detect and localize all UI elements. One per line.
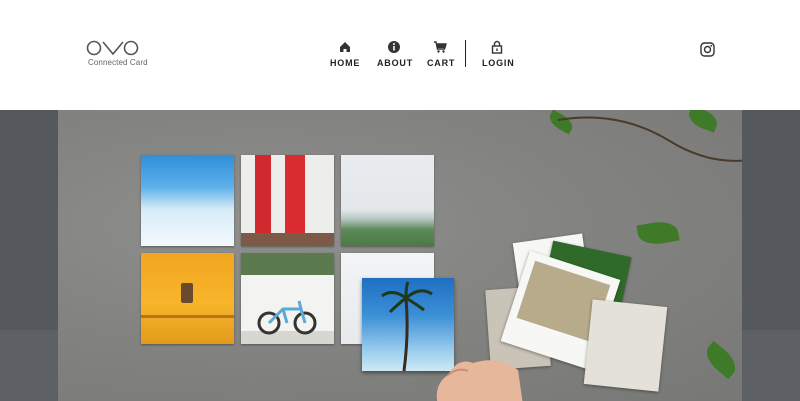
hero-image [58, 110, 742, 401]
lock-icon [491, 40, 503, 54]
nav-cart[interactable]: CART [427, 40, 456, 68]
nav-about-label: ABOUT [377, 58, 413, 68]
leaf [700, 340, 742, 380]
home-icon [340, 42, 350, 52]
hand-graphic [436, 360, 523, 401]
photo-red-doors [241, 155, 334, 246]
info-icon [387, 41, 400, 53]
cart-icon [434, 41, 447, 53]
instagram-icon[interactable] [700, 42, 715, 57]
nav-cart-label: CART [427, 58, 456, 68]
vine-graphic [558, 116, 742, 162]
nav-login-label: LOGIN [482, 58, 515, 68]
nav-divider [465, 40, 466, 67]
nav-home-label: HOME [330, 58, 361, 68]
photo-yellow-wall [141, 253, 234, 344]
photo-coastline [341, 155, 434, 246]
photo-blue-sky [141, 155, 234, 246]
nav-home[interactable]: HOME [330, 40, 360, 68]
nav-login[interactable]: LOGIN [482, 40, 515, 68]
nav-about[interactable]: ABOUT [377, 40, 413, 68]
site-header: Connected Card HOME ABOUT CART LOGIN [0, 0, 800, 110]
photo-bicycle [241, 253, 334, 344]
logo-tagline: Connected Card [88, 58, 148, 67]
ovo-logo-mark [86, 40, 139, 56]
bicycle-graphic [257, 300, 317, 335]
logo[interactable]: Connected Card [86, 40, 148, 70]
